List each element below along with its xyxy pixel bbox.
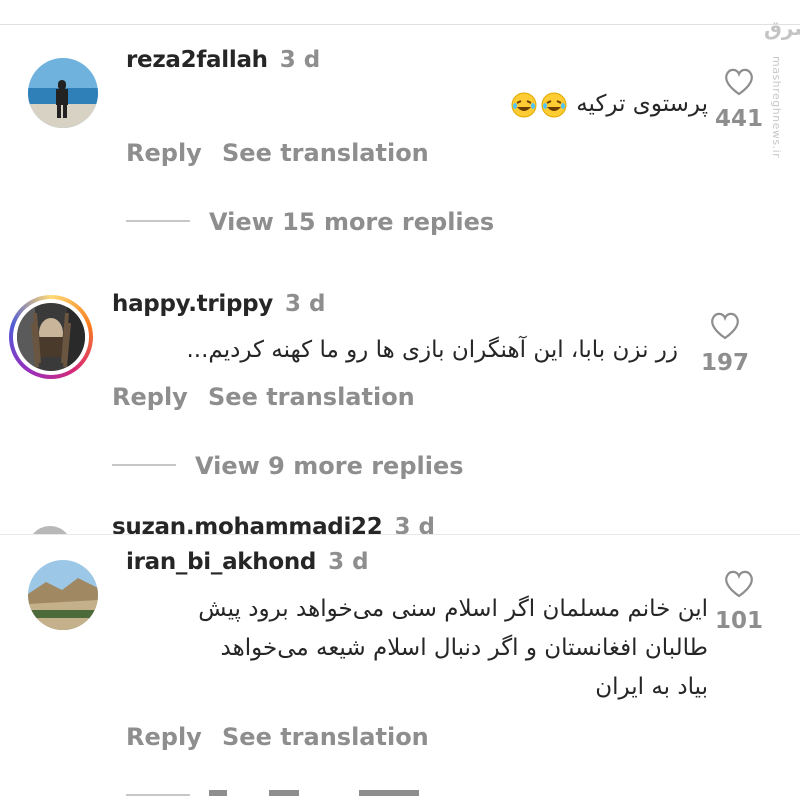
- heart-icon: [725, 68, 753, 96]
- avatar-image: [28, 560, 98, 630]
- like-count: 441: [714, 106, 763, 132]
- username[interactable]: happy.trippy: [112, 291, 273, 317]
- replies-line: [112, 464, 176, 466]
- avatar-image: [17, 303, 85, 371]
- laughing-emoji-icon: [510, 91, 538, 119]
- comment-header: reza2fallah 3 d: [126, 47, 320, 73]
- like-count: 101: [714, 608, 763, 634]
- comment-line: طالبان افغانستان و اگر دنبال اسلام شیعه …: [220, 635, 708, 661]
- username[interactable]: iran_bi_akhond: [126, 549, 316, 575]
- comment-text: زر نزن بابا، این آهنگران بازی ها رو ما ک…: [186, 337, 678, 363]
- avatar-iran_bi_akhond[interactable]: [28, 560, 98, 630]
- like-button[interactable]: [724, 570, 754, 602]
- like-button[interactable]: [710, 312, 740, 344]
- see-translation-button[interactable]: See translation: [222, 139, 429, 167]
- view-more-replies-button[interactable]: View 15 more replies: [209, 208, 494, 236]
- top-divider: [0, 24, 800, 25]
- timestamp: 3 d: [328, 549, 369, 575]
- reply-button[interactable]: Reply: [112, 383, 188, 411]
- reply-button[interactable]: Reply: [126, 723, 202, 751]
- avatar-reza2fallah[interactable]: [28, 58, 98, 128]
- replies-line: [126, 220, 190, 222]
- comment-header: suzan.mohammadi22 3 d: [112, 514, 435, 534]
- heart-icon: [725, 570, 753, 598]
- comment-text: این خانم مسلمان اگر اسلام سنی می‌خواهد ب…: [198, 590, 708, 707]
- timestamp: 3 d: [394, 514, 435, 534]
- timestamp: 3 d: [279, 47, 321, 73]
- laughing-emoji-icon: [540, 91, 568, 119]
- watermark-site: mashreghnews.ir: [770, 56, 783, 159]
- comment-line: بیاد به ایران: [595, 674, 708, 700]
- watermark: مشرق mashreghnews.ir: [764, 16, 800, 158]
- avatar-happy.trippy: [17, 303, 85, 371]
- avatar-suzan.mohammadi22[interactable]: [28, 526, 72, 534]
- screenshot-seam: [0, 534, 800, 535]
- avatar-image: [28, 58, 98, 128]
- clipped-view-more-replies: [209, 790, 439, 800]
- reply-button[interactable]: Reply: [126, 139, 202, 167]
- avatar-story-ring[interactable]: [9, 295, 93, 379]
- comment-body: پرستوی ترکیه: [576, 91, 708, 117]
- replies-line: [126, 794, 190, 796]
- watermark-logo: مشرق: [764, 16, 800, 40]
- comment-header: iran_bi_akhond 3 d: [126, 549, 369, 575]
- comment-header: happy.trippy 3 d: [112, 291, 325, 317]
- view-more-replies-button[interactable]: View 9 more replies: [195, 452, 464, 480]
- see-translation-button[interactable]: See translation: [222, 723, 429, 751]
- see-translation-button[interactable]: See translation: [208, 383, 415, 411]
- username[interactable]: suzan.mohammadi22: [112, 514, 383, 534]
- like-count: 197: [700, 350, 749, 376]
- comment-text: پرستوی ترکیه: [509, 85, 708, 124]
- clipped-comment-row: suzan.mohammadi22 3 d: [0, 510, 800, 534]
- comment-line: این خانم مسلمان اگر اسلام سنی می‌خواهد ب…: [198, 596, 708, 622]
- heart-icon: [711, 312, 739, 340]
- like-button[interactable]: [724, 68, 754, 100]
- timestamp: 3 d: [284, 291, 326, 317]
- username[interactable]: reza2fallah: [126, 47, 268, 73]
